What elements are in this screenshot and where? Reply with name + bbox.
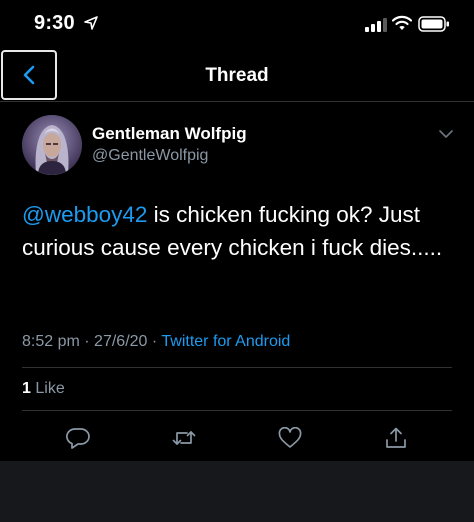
tweet-source-link[interactable]: Twitter for Android [161,333,290,350]
reply-icon[interactable] [66,427,90,449]
tweet-meta: 8:52 pm · 27/6/20 · Twitter for Android [22,333,290,351]
likes-row[interactable]: 1 Like [22,380,65,398]
likes-label: Like [35,380,65,397]
like-icon[interactable] [278,427,302,449]
page-title: Thread [205,65,269,86]
divider [22,410,452,411]
divider [22,367,452,368]
tweet-date[interactable]: 27/6/20 [94,333,147,350]
cellular-signal-icon [365,18,387,32]
thread-screen: 9:30 Thread Gentleman Wolfpig @GentleWol… [0,0,474,522]
display-name[interactable]: Gentleman Wolfpig [92,124,247,144]
tweet-time: 8:52 pm [22,333,80,350]
meta-separator: · [151,333,158,350]
share-icon[interactable] [384,427,408,449]
avatar-image [22,115,82,175]
tweet-text: @webboy42 is chicken fucking ok? Just cu… [22,198,462,264]
wifi-icon [392,15,412,30]
meta-separator: · [84,333,90,350]
battery-icon [418,16,449,32]
nav-bar: Thread [0,48,474,102]
likes-count: 1 [22,380,31,397]
mention-link[interactable]: @webboy42 [22,202,147,227]
retweet-icon[interactable] [172,427,196,449]
status-bar: 9:30 [0,0,474,48]
status-time: 9:30 [34,12,75,34]
user-handle[interactable]: @GentleWolfpig [92,147,208,165]
avatar[interactable] [22,115,82,175]
location-arrow-icon [84,16,98,30]
reply-area [0,461,474,522]
chevron-down-icon[interactable] [438,128,454,140]
